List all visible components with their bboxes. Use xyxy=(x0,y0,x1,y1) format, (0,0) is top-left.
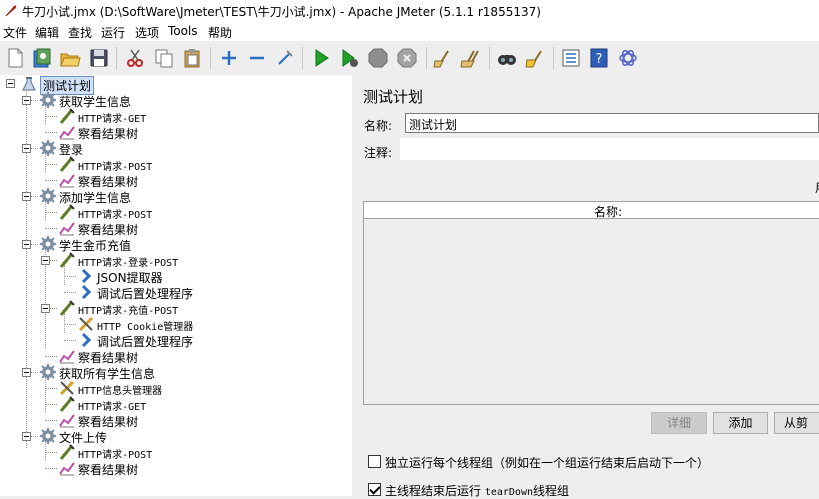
menu-search[interactable]: 查找 xyxy=(68,24,92,41)
arrow-icon xyxy=(81,268,92,284)
feather-app-icon xyxy=(5,5,17,17)
tree-toggle-group[interactable] xyxy=(22,240,31,249)
name-field[interactable]: 测试计划 xyxy=(405,113,819,133)
help-icon[interactable]: ? xyxy=(588,47,610,69)
test-plan-icon xyxy=(22,77,36,91)
comment-label: 注释: xyxy=(364,146,393,160)
menu-bar: 文件 编辑 查找 运行 选项 Tools 帮助 xyxy=(0,22,819,41)
pipette-icon xyxy=(59,108,75,124)
table-header: 名称: xyxy=(364,202,819,219)
tree-toggle-group[interactable] xyxy=(22,96,31,105)
function-helper-icon[interactable] xyxy=(560,47,582,69)
shutdown-icon[interactable] xyxy=(396,47,418,69)
gear-icon xyxy=(40,236,56,252)
pipette-icon xyxy=(59,300,75,316)
test-plan-tree: 测试计划 获取学生信息 HTTP请求-GET 察看结果树 登录 HTTP请求-P… xyxy=(0,75,352,496)
cut-icon[interactable] xyxy=(124,47,146,69)
clear-all-icon[interactable] xyxy=(460,47,482,69)
chart-icon xyxy=(59,126,75,140)
tree-toggle-group[interactable] xyxy=(22,368,31,377)
chart-icon xyxy=(59,350,75,364)
copy-icon[interactable] xyxy=(153,47,175,69)
paste-icon[interactable] xyxy=(181,47,203,69)
menu-help[interactable]: 帮助 xyxy=(208,24,232,41)
menu-tools[interactable]: Tools xyxy=(168,24,198,38)
chart-icon xyxy=(59,414,75,428)
run-thread-groups-consecutively-checkbox[interactable] xyxy=(368,455,381,468)
menu-options[interactable]: 选项 xyxy=(135,24,159,41)
clear-icon[interactable] xyxy=(432,47,454,69)
pipette-icon xyxy=(59,156,75,172)
tree-toggle-group[interactable] xyxy=(22,192,31,201)
start-no-pauses-icon[interactable] xyxy=(338,47,360,69)
gear-icon xyxy=(40,188,56,204)
column-name-header: 名称: xyxy=(594,205,623,219)
gear-icon xyxy=(40,364,56,380)
tree-toggle-root[interactable] xyxy=(6,79,15,88)
user-variables-table[interactable]: 名称: xyxy=(363,201,819,405)
stop-icon[interactable] xyxy=(367,47,389,69)
toolbar-separator xyxy=(210,47,211,69)
run-teardown-label: 主线程结束后运行 tearDown线程组 xyxy=(385,484,570,498)
test-plan-panel: 测试计划 名称: 测试计划 注释: 用 名称: 详细 添加 从剪 独立运行每个线… xyxy=(358,75,819,498)
menu-run[interactable]: 运行 xyxy=(101,24,125,41)
arrow-icon xyxy=(81,284,92,300)
svg-text:?: ? xyxy=(596,52,603,67)
reset-search-icon[interactable] xyxy=(524,47,546,69)
tree-toggle-group[interactable] xyxy=(22,432,31,441)
run-teardown-checkbox[interactable] xyxy=(368,483,381,496)
expand-icon[interactable] xyxy=(218,47,240,69)
comment-field[interactable] xyxy=(400,138,819,160)
pipette-icon xyxy=(59,204,75,220)
pipette-icon xyxy=(59,444,75,460)
menu-file[interactable]: 文件 xyxy=(3,24,27,41)
chart-icon xyxy=(59,222,75,236)
tree-toggle-group[interactable] xyxy=(22,144,31,153)
add-button[interactable]: 添加 xyxy=(713,412,768,434)
name-label: 名称: xyxy=(364,119,393,133)
tree-toggle-sampler[interactable] xyxy=(41,256,50,265)
window-title: 牛刀小试.jmx (D:\SoftWare\Jmeter\TEST\牛刀小试.j… xyxy=(22,5,541,19)
open-icon[interactable] xyxy=(59,47,81,69)
save-icon[interactable] xyxy=(88,47,110,69)
panel-title: 测试计划 xyxy=(363,88,424,106)
pipette-icon xyxy=(59,396,75,412)
toolbar-separator xyxy=(489,47,490,69)
collapse-icon[interactable] xyxy=(246,47,268,69)
toolbar-separator xyxy=(302,47,303,69)
start-icon[interactable] xyxy=(310,47,332,69)
title-bar: 牛刀小试.jmx (D:\SoftWare\Jmeter\TEST\牛刀小试.j… xyxy=(0,0,819,22)
toolbar-separator xyxy=(553,47,554,69)
menu-edit[interactable]: 编辑 xyxy=(35,24,59,41)
tree-toggle-sampler[interactable] xyxy=(41,304,50,313)
toolbar-separator xyxy=(426,47,427,69)
logger-icon[interactable] xyxy=(617,47,639,69)
toolbar-separator xyxy=(116,47,117,69)
wrench-icon xyxy=(78,316,94,332)
add-from-clipboard-button[interactable]: 从剪 xyxy=(774,412,819,434)
wrench-icon xyxy=(59,380,75,396)
detail-button[interactable]: 详细 xyxy=(651,412,707,434)
toggle-icon[interactable] xyxy=(274,47,296,69)
search-icon[interactable] xyxy=(496,47,518,69)
templates-icon[interactable] xyxy=(31,47,53,69)
toolbar: ? xyxy=(0,41,819,75)
gear-icon xyxy=(40,92,56,108)
user-defined-variables-label: 用 xyxy=(815,179,819,196)
gear-icon xyxy=(40,428,56,444)
run-thread-groups-consecutively-label: 独立运行每个线程组（例如在一个组运行结束后启动下一个） xyxy=(385,456,710,470)
chart-icon xyxy=(59,174,75,188)
chart-icon xyxy=(59,462,75,476)
gear-icon xyxy=(40,140,56,156)
new-icon[interactable] xyxy=(4,47,26,69)
arrow-icon xyxy=(81,332,92,348)
pipette-icon xyxy=(59,252,75,268)
